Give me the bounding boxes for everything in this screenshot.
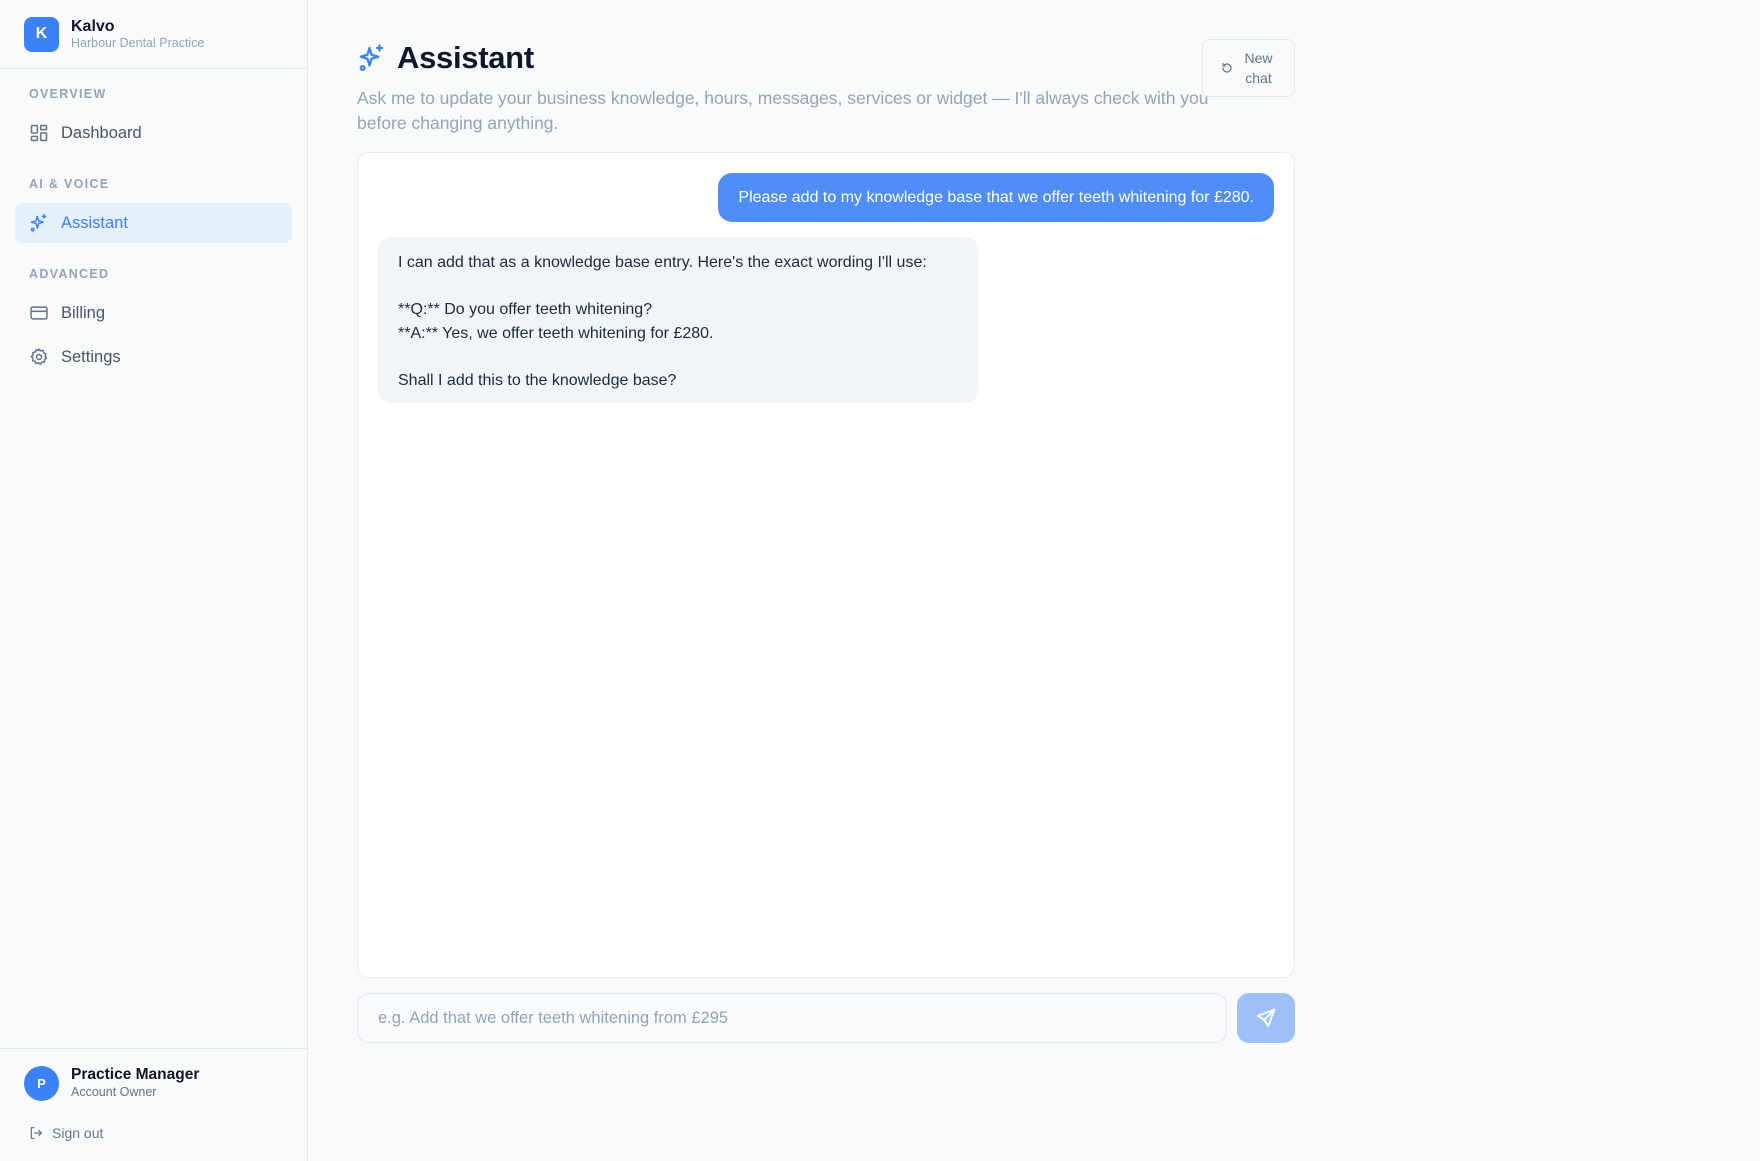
sidebar-item-label: Assistant	[61, 213, 128, 232]
new-chat-label: New chat	[1244, 50, 1273, 86]
gear-icon	[30, 348, 48, 365]
composer	[357, 993, 1295, 1043]
avatar: P	[24, 1065, 59, 1101]
assistant-message-line	[398, 275, 959, 299]
sign-out-label: Sign out	[52, 1125, 104, 1141]
user-info: Practice Manager Account Owner	[71, 1065, 199, 1101]
refresh-icon	[1221, 62, 1232, 73]
sign-out-icon	[30, 1127, 42, 1139]
sidebar-item-assistant[interactable]: Assistant	[15, 203, 292, 243]
sidebar-item-label: Dashboard	[61, 123, 142, 142]
brand-logo: K	[24, 16, 59, 52]
user-profile: P Practice Manager Account Owner	[24, 1065, 283, 1101]
assistant-message-line: **Q:** Do you offer teeth whitening?	[398, 301, 653, 318]
dashboard-icon	[30, 124, 48, 142]
assistant-message-line: I can add that as a knowledge base entry…	[398, 254, 927, 271]
send-button[interactable]	[1237, 993, 1295, 1043]
sparkles-icon	[359, 44, 384, 71]
sparkles-icon	[30, 213, 47, 232]
credit-card-icon	[30, 306, 48, 320]
assistant-message: I can add that as a knowledge base entry…	[378, 237, 979, 403]
assistant-message-line: Shall I add this to the knowledge base?	[398, 371, 677, 389]
sidebar-item-label: Billing	[61, 303, 106, 322]
user-name: Practice Manager	[71, 1066, 200, 1083]
main-content: Assistant Ask me to update your business…	[308, 0, 1760, 1161]
assistant-message-line: **A:** Yes, we offer teeth whitening for…	[398, 324, 714, 342]
brand-subtitle: Harbour Dental Practice	[71, 36, 205, 50]
nav-section-overview: OVERVIEW	[29, 87, 107, 101]
brand-name: Kalvo	[71, 18, 115, 35]
page-subtitle: Ask me to update your business knowledge…	[357, 88, 1209, 133]
nav-section-advanced: ADVANCED	[29, 267, 110, 281]
sidebar-nav: OVERVIEW Dashboard AI & VOICE Assistant …	[0, 69, 307, 1048]
nav-section-ai-voice: AI & VOICE	[29, 177, 110, 191]
sidebar-item-dashboard[interactable]: Dashboard	[15, 113, 292, 153]
assistant-message-line	[398, 345, 959, 369]
page-title: Assistant	[397, 40, 534, 75]
sign-out-button[interactable]: Sign out	[24, 1125, 283, 1141]
user-role: Account Owner	[71, 1085, 157, 1099]
chat-input[interactable]	[357, 993, 1227, 1043]
chat-panel: Please add to my knowledge base that we …	[357, 152, 1295, 978]
sidebar-item-settings[interactable]: Settings	[15, 337, 292, 377]
user-message: Please add to my knowledge base that we …	[718, 173, 1274, 222]
title-row: Assistant	[357, 40, 1295, 76]
brand-text: Kalvo Harbour Dental Practice	[71, 17, 204, 51]
sidebar: K Kalvo Harbour Dental Practice OVERVIEW…	[0, 0, 308, 1161]
sidebar-footer: P Practice Manager Account Owner Sign ou…	[0, 1048, 307, 1161]
sidebar-item-label: Settings	[61, 347, 121, 366]
brand: K Kalvo Harbour Dental Practice	[0, 0, 307, 69]
app: K Kalvo Harbour Dental Practice OVERVIEW…	[0, 0, 1760, 1161]
sidebar-item-billing[interactable]: Billing	[15, 293, 292, 333]
page-header: Assistant Ask me to update your business…	[357, 40, 1295, 135]
new-chat-button[interactable]: New chat	[1202, 39, 1295, 97]
send-icon	[1256, 1008, 1276, 1028]
